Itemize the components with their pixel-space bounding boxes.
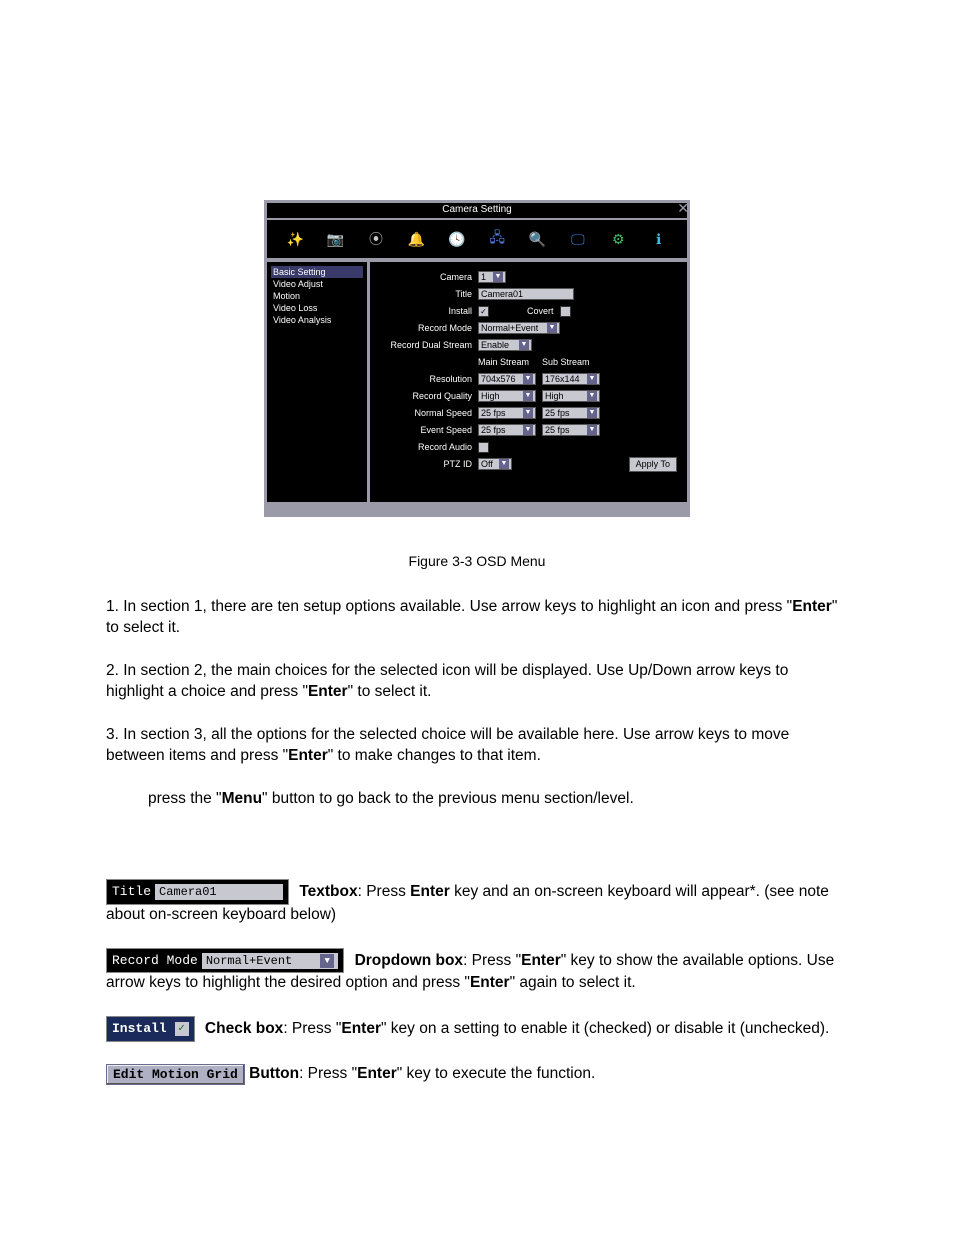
chevron-down-icon: ▼ [523,391,533,401]
install-checkbox[interactable]: ✓ [478,306,489,317]
quality-main-select[interactable]: High▼ [478,390,536,402]
chevron-down-icon: ▼ [493,272,503,282]
chevron-down-icon: ▼ [523,425,533,435]
sidebar-item[interactable]: Basic Setting [271,266,363,278]
example-title-input[interactable]: Camera01 [155,884,283,900]
quality-sub-select[interactable]: High▼ [542,390,600,402]
event-speed-label: Event Speed [376,425,478,435]
figure-caption: Figure 3-3 OSD Menu [0,553,954,569]
close-icon[interactable]: ✕ [677,201,689,215]
paragraph-3: 3. In section 3, all the options for the… [106,725,848,767]
chevron-down-icon: ▼ [523,374,533,384]
example-dropdown-widget: Record Mode Normal+Event▼ [106,948,344,974]
osd-footer [267,502,687,514]
record-mode-label: Record Mode [376,323,478,333]
example-textbox: Title Camera01 Textbox: Press Enter key … [106,879,848,925]
example-checkbox-widget: Install ✓ [106,1016,195,1042]
apply-to-button[interactable]: Apply To [629,457,677,472]
chevron-down-icon: ▼ [587,374,597,384]
record-quality-label: Record Quality [376,391,478,401]
example-textbox-widget: Title Camera01 [106,879,289,905]
clock-icon[interactable]: 🕓 [448,230,466,248]
record-audio-label: Record Audio [376,442,478,452]
normal-speed-main-select[interactable]: 25 fps▼ [478,407,536,419]
ptz-id-select[interactable]: Off▼ [478,458,512,470]
osd-toolbar: ✨ 📷 ⦿ 🔔 🕓 🖧 🔍 🖵 ⚙ ℹ [267,220,687,262]
install-label: Install [376,306,478,316]
sidebar-item[interactable]: Motion [271,290,363,302]
resolution-main-select[interactable]: 704x576▼ [478,373,536,385]
sidebar-item[interactable]: Video Loss [271,302,363,314]
record-audio-checkbox[interactable] [478,442,489,453]
event-speed-main-select[interactable]: 25 fps▼ [478,424,536,436]
chevron-down-icon: ▼ [519,340,529,350]
covert-checkbox[interactable] [560,306,571,317]
dual-stream-label: Record Dual Stream [376,340,478,350]
chevron-down-icon: ▼ [587,425,597,435]
osd-title: Camera Setting [267,203,687,220]
paragraph-4: press the "Menu" button to go back to th… [106,789,848,810]
normal-speed-sub-select[interactable]: 25 fps▼ [542,407,600,419]
record-mode-select[interactable]: Normal+Event▼ [478,322,560,334]
osd-form: Camera 1▼ Title Camera01 Install ✓ Cover… [370,262,687,502]
network-icon[interactable]: 🖧 [488,230,506,248]
chevron-down-icon: ▼ [320,954,334,968]
title-label: Title [376,289,478,299]
paragraph-1: 1. In section 1, there are ten setup opt… [106,597,848,639]
example-checkbox: Install ✓ Check box: Press "Enter" key o… [106,1016,848,1042]
normal-speed-label: Normal Speed [376,408,478,418]
event-speed-sub-select[interactable]: 25 fps▼ [542,424,600,436]
title-input[interactable]: Camera01 [478,288,574,300]
display-icon[interactable]: 🖵 [569,230,587,248]
bell-icon[interactable]: 🔔 [407,230,425,248]
camera-icon[interactable]: 📷 [327,230,345,248]
example-dropdown: Record Mode Normal+Event▼ Dropdown box: … [106,948,848,994]
info-icon[interactable]: ℹ [650,230,668,248]
search-icon[interactable]: 🔍 [529,230,547,248]
document-body: 1. In section 1, there are ten setup opt… [0,597,954,1085]
ptz-id-label: PTZ ID [376,459,478,469]
osd-window: ✕ Camera Setting ✨ 📷 ⦿ 🔔 🕓 🖧 🔍 🖵 ⚙ ℹ Basic Settin… [264,200,690,517]
osd-sidebar: Basic SettingVideo AdjustMotionVideo Los… [267,262,370,502]
example-record-mode-select[interactable]: Normal+Event▼ [202,953,338,969]
example-install-checkbox[interactable]: ✓ [175,1022,189,1036]
example-edit-motion-grid-button[interactable]: Edit Motion Grid [106,1064,245,1085]
dual-stream-select[interactable]: Enable▼ [478,339,532,351]
camera-label: Camera [376,272,478,282]
resolution-label: Resolution [376,374,478,384]
chevron-down-icon: ▼ [499,459,509,469]
chevron-down-icon: ▼ [587,391,597,401]
chevron-down-icon: ▼ [523,408,533,418]
example-button: Edit Motion Grid Button: Press "Enter" k… [106,1064,848,1085]
sidebar-item[interactable]: Video Adjust [271,278,363,290]
covert-label: Covert [527,306,554,316]
wand-icon[interactable]: ✨ [286,230,304,248]
gear-icon[interactable]: ⚙ [609,230,627,248]
reel-icon[interactable]: ⦿ [367,230,385,248]
main-stream-header: Main Stream [478,357,542,367]
sidebar-item[interactable]: Video Analysis [271,314,363,326]
chevron-down-icon: ▼ [587,408,597,418]
sub-stream-header: Sub Stream [542,357,606,367]
chevron-down-icon: ▼ [547,323,557,333]
camera-select[interactable]: 1▼ [478,271,506,283]
paragraph-2: 2. In section 2, the main choices for th… [106,661,848,703]
resolution-sub-select[interactable]: 176x144▼ [542,373,600,385]
